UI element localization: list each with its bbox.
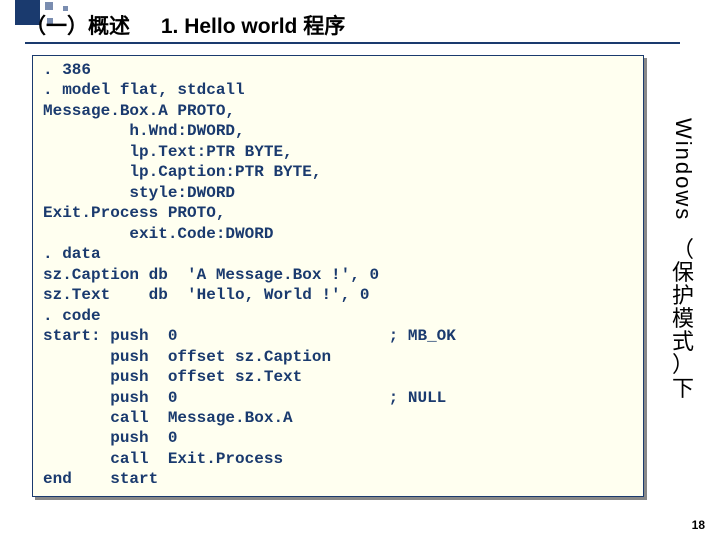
side-label-cjk: （保护模式）下 — [664, 238, 702, 400]
side-vertical-label: Windows （保护模式）下 — [664, 110, 702, 400]
title-heading: 1. Hello world 程序 — [161, 10, 345, 40]
code-block: . 386 . model flat, stdcall Message.Box.… — [32, 55, 644, 497]
title-section: （一）概述 — [25, 10, 130, 40]
page-number: 18 — [692, 518, 705, 532]
slide-title: （一）概述 1. Hello world 程序 — [25, 10, 345, 40]
title-underline — [25, 42, 680, 44]
side-label-english: Windows — [671, 110, 695, 230]
square-icon — [45, 2, 53, 10]
